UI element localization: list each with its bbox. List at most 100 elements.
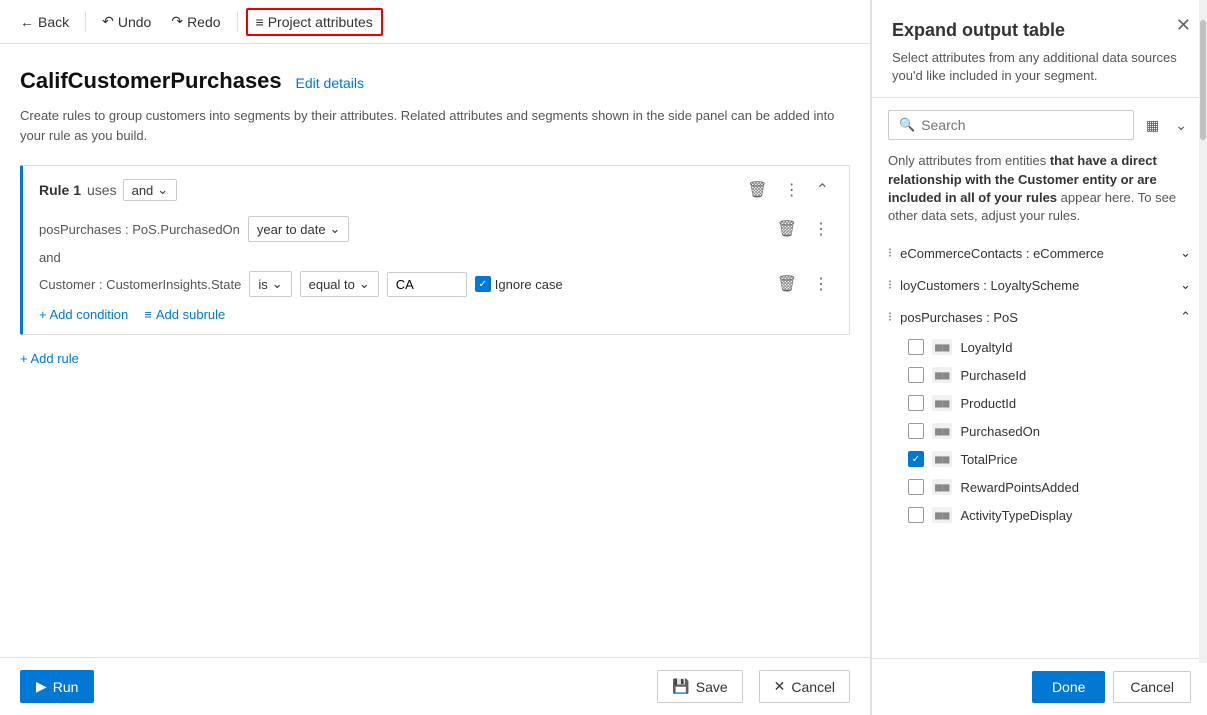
add-condition-button[interactable]: + Add condition — [39, 307, 128, 322]
chevron-down-icon-2: ⌄ — [330, 221, 341, 237]
purchaseid-name: PurchaseId — [960, 368, 1026, 383]
edit-details-link[interactable]: Edit details — [296, 75, 364, 91]
search-input[interactable] — [921, 117, 1123, 133]
ignore-case-checkbox[interactable]: ✓ — [475, 276, 491, 292]
condition-1-more-button[interactable]: ⋮ — [809, 217, 833, 241]
search-box: 🔍 — [888, 110, 1134, 140]
right-panel-description: Select attributes from any additional da… — [892, 49, 1187, 85]
undo-button[interactable]: ↶ Undo — [94, 9, 159, 34]
condition-2-comparator-dropdown[interactable]: equal to ⌄ — [300, 271, 379, 297]
save-button[interactable]: 💾 Save — [657, 670, 742, 703]
right-panel: Expand output table ✕ Select attributes … — [871, 0, 1207, 715]
add-rule-label: + Add rule — [20, 351, 79, 366]
bottom-right-actions: 💾 Save ✕ Cancel — [657, 670, 850, 703]
condition-2-operator-dropdown[interactable]: is ⌄ — [249, 271, 291, 297]
entity-group-pos: ⁝ posPurchases : PoS ⌃ ■■ LoyaltyId — [872, 301, 1207, 529]
totalprice-type-icon: ■■ — [932, 451, 952, 467]
loyaltyid-type-icon: ■■ — [932, 339, 952, 355]
loyaltyid-checkbox[interactable] — [908, 339, 924, 355]
search-container: 🔍 ▦ ⌄ — [872, 98, 1207, 152]
filter-value: year to date — [257, 222, 326, 237]
rule-more-button[interactable]: ⋮ — [780, 178, 804, 202]
project-attributes-button[interactable]: ≡ Project attributes — [246, 8, 383, 36]
entity-name-ecommerce: eCommerceContacts : eCommerce — [900, 246, 1104, 261]
toolbar-divider — [85, 12, 86, 32]
condition-2-entity: Customer : CustomerInsights.State — [39, 277, 241, 292]
rewardpoints-type-icon: ■■ — [932, 479, 952, 495]
redo-icon: ↷ — [171, 13, 183, 30]
operator-dropdown[interactable]: and ⌄ — [123, 179, 178, 201]
attribute-item-activitytype: ■■ ActivityTypeDisplay — [872, 501, 1207, 529]
page-title: CalifCustomerPurchases — [20, 68, 282, 94]
rule-collapse-button[interactable]: ⌃ — [812, 178, 833, 202]
entity-list: ⁝ eCommerceContacts : eCommerce ⌄ ⁝ loyC… — [872, 237, 1207, 658]
condition-1-filter-dropdown[interactable]: year to date ⌄ — [248, 216, 350, 242]
cancel-button[interactable]: ✕ Cancel — [759, 670, 850, 703]
productid-type-icon: ■■ — [932, 395, 952, 411]
rule-delete-button[interactable]: 🗑 — [743, 178, 771, 202]
run-label: Run — [53, 679, 79, 695]
loyaltyid-name: LoyaltyId — [960, 340, 1012, 355]
entity-name-loyalty: loyCustomers : LoyaltyScheme — [900, 278, 1079, 293]
entity-name-pos: posPurchases : PoS — [900, 310, 1018, 325]
scrollbar-thumb[interactable] — [1200, 20, 1206, 140]
main-panel: ← Back ↶ Undo ↷ Redo ≡ Project attribute… — [0, 0, 871, 715]
operator-value: and — [132, 183, 154, 198]
rewardpoints-name: RewardPointsAdded — [960, 480, 1079, 495]
attribute-list-pos: ■■ LoyaltyId ■■ PurchaseId ■■ ProductId — [872, 333, 1207, 529]
condition-1-delete-button[interactable]: 🗑 — [773, 217, 801, 241]
right-panel-footer: Done Cancel — [872, 658, 1207, 715]
condition-1-entity: posPurchases : PoS.PurchasedOn — [39, 222, 240, 237]
back-button[interactable]: ← Back — [12, 10, 77, 34]
filter-icon: ▦ — [1146, 117, 1159, 133]
cancel-label: Cancel — [791, 679, 835, 695]
close-panel-button[interactable]: ✕ — [1176, 16, 1191, 34]
expand-chevron-icon-2: ⌄ — [1180, 277, 1191, 293]
attribute-item-purchasedon: ■■ PurchasedOn — [872, 417, 1207, 445]
entity-item-pos[interactable]: ⁝ posPurchases : PoS ⌃ — [872, 301, 1207, 333]
project-attrs-label: Project attributes — [268, 14, 373, 30]
search-icon: 🔍 — [899, 117, 915, 133]
attribute-item-loyaltyid: ■■ LoyaltyId — [872, 333, 1207, 361]
add-condition-label: + Add condition — [39, 307, 128, 322]
attribute-item-productid: ■■ ProductId — [872, 389, 1207, 417]
condition-1-row: posPurchases : PoS.PurchasedOn year to d… — [39, 216, 833, 242]
add-subrule-label: Add subrule — [156, 307, 225, 322]
run-button[interactable]: ▶ Run — [20, 670, 94, 703]
save-label: Save — [696, 679, 728, 695]
purchasedon-name: PurchasedOn — [960, 424, 1040, 439]
entity-item-loyalty-left: ⁝ loyCustomers : LoyaltyScheme — [888, 277, 1079, 293]
back-arrow-icon: ← — [20, 14, 34, 30]
purchaseid-checkbox[interactable] — [908, 367, 924, 383]
totalprice-name: TotalPrice — [960, 452, 1017, 467]
sort-button[interactable]: ⌄ — [1171, 115, 1191, 136]
chevron-down-icon-4: ⌄ — [359, 276, 370, 292]
condition-2-delete-button[interactable]: 🗑 — [773, 272, 801, 296]
activitytype-checkbox[interactable] — [908, 507, 924, 523]
uses-text: uses — [87, 182, 117, 198]
done-button[interactable]: Done — [1032, 671, 1105, 703]
filter-button[interactable]: ▦ — [1142, 115, 1163, 136]
productid-name: ProductId — [960, 396, 1016, 411]
purchasedon-type-icon: ■■ — [932, 423, 952, 439]
scrollbar-track — [1199, 0, 1207, 663]
purchasedon-checkbox[interactable] — [908, 423, 924, 439]
entity-grid-icon-2: ⁝ — [888, 277, 892, 293]
add-rule-button[interactable]: + Add rule — [20, 351, 79, 366]
right-cancel-button[interactable]: Cancel — [1113, 671, 1191, 703]
toolbar: ← Back ↶ Undo ↷ Redo ≡ Project attribute… — [0, 0, 870, 44]
expand-chevron-icon: ⌄ — [1180, 245, 1191, 261]
description-text: Create rules to group customers into seg… — [20, 106, 850, 145]
add-actions: + Add condition ≡ Add subrule — [39, 307, 833, 322]
bottom-bar: ▶ Run 💾 Save ✕ Cancel — [0, 657, 870, 715]
productid-checkbox[interactable] — [908, 395, 924, 411]
totalprice-checkbox[interactable] — [908, 451, 924, 467]
condition-2-more-button[interactable]: ⋮ — [809, 272, 833, 296]
entity-item-loyalty[interactable]: ⁝ loyCustomers : LoyaltyScheme ⌄ — [872, 269, 1207, 301]
redo-button[interactable]: ↷ Redo — [163, 9, 228, 34]
add-subrule-button[interactable]: ≡ Add subrule — [144, 307, 225, 322]
condition-2-value-input[interactable] — [387, 272, 467, 297]
purchaseid-type-icon: ■■ — [932, 367, 952, 383]
entity-item-ecommerce[interactable]: ⁝ eCommerceContacts : eCommerce ⌄ — [872, 237, 1207, 269]
rewardpoints-checkbox[interactable] — [908, 479, 924, 495]
